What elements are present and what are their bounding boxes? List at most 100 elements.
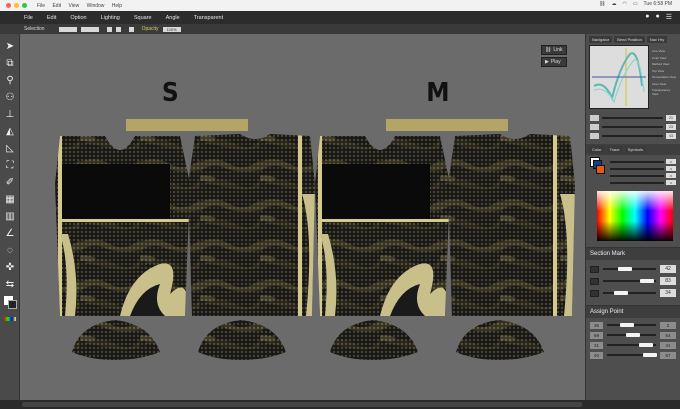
tab-navigator[interactable]: Navigator (589, 36, 613, 43)
menu-angle[interactable]: Angle (166, 15, 180, 21)
section-mark-value-1[interactable]: 42 (660, 265, 676, 273)
lasso-tool-icon[interactable]: ◌ (0, 242, 20, 259)
menu-transparent[interactable]: Transparent (194, 15, 223, 21)
shape-tool-icon[interactable]: ⧉ (0, 55, 20, 72)
tab-nav-hry[interactable]: Nav Hry (646, 36, 668, 43)
option-check-2[interactable] (115, 26, 121, 32)
mac-menu-window[interactable]: Window (87, 3, 105, 9)
anchor-tool-icon[interactable]: ⊥ (0, 106, 20, 123)
color-value-4[interactable]: 0 (666, 180, 676, 185)
assign-point-value-1[interactable]: 2 (660, 321, 676, 329)
wifi-icon[interactable]: ◠ (622, 1, 626, 7)
palette-strip-icon[interactable] (0, 310, 20, 327)
navigator-row-2-slider[interactable] (602, 125, 663, 128)
navigator-row-3-toggle[interactable] (590, 132, 599, 139)
assign-point-value-4[interactable]: 87 (660, 351, 676, 359)
sleeve-s-right[interactable] (198, 320, 286, 360)
assign-point-slider-4[interactable] (607, 353, 657, 357)
clock[interactable]: Tue 6:58 PM (644, 1, 672, 7)
color-value-3[interactable]: 0 (666, 173, 676, 178)
assign-point-slider-2[interactable] (607, 333, 656, 337)
pin-tool-icon[interactable]: ✜ (0, 259, 20, 276)
menu-lighting[interactable]: Lighting (101, 15, 120, 21)
section-mark-slider-3[interactable] (603, 291, 656, 295)
search-people-tool-icon[interactable]: ⚇ (0, 89, 20, 106)
sleeve-m-right[interactable] (456, 320, 544, 360)
assign-point-value-3[interactable]: 41 (660, 341, 676, 349)
color-slider-1[interactable] (610, 160, 664, 163)
info-icon[interactable]: ● (655, 13, 659, 21)
menu-square[interactable]: Square (134, 15, 152, 21)
assign-point-left-2[interactable]: 69 (590, 331, 603, 339)
navigator-row-3-slider[interactable] (602, 134, 663, 137)
jersey-back-m[interactable] (445, 129, 580, 319)
option-check-3[interactable] (128, 26, 134, 32)
assign-point-slider-3[interactable] (607, 343, 656, 347)
hamburger-menu-icon[interactable]: ☰ (666, 13, 672, 21)
navigator-row-2-value[interactable]: 23 (666, 123, 676, 130)
pattern-tool-icon[interactable]: ▥ (0, 208, 20, 225)
option-check-1[interactable] (106, 26, 112, 32)
link-icon[interactable]: ⛓ (599, 1, 605, 7)
legend-inner-view[interactable]: Inner View (652, 82, 677, 86)
navigator-row-2-toggle[interactable] (590, 123, 599, 130)
tab-bend-position[interactable]: Bend Position (614, 36, 645, 43)
sleeve-s-left[interactable] (72, 320, 160, 360)
assign-point-slider-1[interactable] (607, 323, 656, 327)
link-button[interactable]: ⛓ Link (541, 45, 567, 55)
assign-point-left-1[interactable]: 36 (590, 321, 603, 329)
battery-icon[interactable]: ▭ (633, 1, 638, 7)
mac-menu-view[interactable]: View (68, 3, 79, 9)
jersey-front-m[interactable] (310, 129, 460, 319)
color-slider-4[interactable] (610, 181, 664, 184)
fill-stroke-swatch[interactable] (590, 157, 606, 177)
play-button[interactable]: ▶ Play (541, 57, 567, 67)
color-slider-2[interactable] (610, 167, 664, 170)
menu-option[interactable]: Option (70, 15, 86, 21)
jersey-back-s[interactable] (185, 129, 320, 319)
color-spectrum-picker[interactable] (597, 191, 673, 241)
menu-file[interactable]: File (24, 15, 33, 21)
cloud-icon[interactable]: ☁ (611, 1, 616, 7)
triangle-tool-icon[interactable]: ◭ (0, 123, 20, 140)
assign-point-left-4[interactable]: 40 (590, 351, 603, 359)
assign-point-left-3[interactable]: 21 (590, 341, 603, 349)
color-value-2[interactable]: 0 (666, 166, 676, 171)
mac-menu-help[interactable]: Help (112, 3, 122, 9)
zoom-window-button[interactable] (22, 3, 27, 8)
design-canvas[interactable]: S M ⛓ Link ▶ Play (20, 34, 585, 400)
navigator-row-3-value[interactable]: 43 (666, 132, 676, 139)
tab-symbols[interactable]: Symbols (624, 146, 646, 153)
legend-temperature-view[interactable]: Temperature View (652, 75, 677, 79)
section-mark-slider-2[interactable] (603, 279, 656, 283)
close-window-button[interactable] (6, 3, 11, 8)
section-mark-swatch-1[interactable] (590, 265, 599, 273)
navigator-row-1-slider[interactable] (602, 116, 663, 119)
color-swatch-icon[interactable] (0, 293, 20, 310)
mac-menu-edit[interactable]: Edit (52, 3, 61, 9)
angle-tool-icon[interactable]: ∠ (0, 225, 20, 242)
jersey-front-s[interactable] (50, 129, 200, 319)
section-mark-value-2[interactable]: 83 (660, 277, 676, 285)
option-field-2[interactable] (80, 26, 99, 32)
section-mark-value-3[interactable]: 34 (660, 289, 676, 297)
tab-trace[interactable]: Trace (606, 146, 623, 153)
record-icon[interactable]: ● (645, 13, 649, 21)
horizontal-scrollbar[interactable] (22, 402, 582, 407)
crop-tool-icon[interactable]: ⛶ (0, 157, 20, 174)
option-field-1[interactable] (58, 26, 77, 32)
section-mark-swatch-2[interactable] (590, 277, 599, 285)
grid-tool-icon[interactable]: ▦ (0, 191, 20, 208)
navigator-row-1-toggle[interactable] (590, 114, 599, 121)
sleeve-m-left[interactable] (330, 320, 418, 360)
brush-tool-icon[interactable]: ✐ (0, 174, 20, 191)
ruler-tool-icon[interactable]: ◺ (0, 140, 20, 157)
link-tool-icon[interactable]: ⇆ (0, 276, 20, 293)
tab-color[interactable]: Color (589, 146, 605, 153)
color-slider-3[interactable] (610, 174, 664, 177)
legend-color-view[interactable]: Color View (652, 56, 677, 60)
legend-method-view[interactable]: Method View (652, 62, 677, 66)
assign-point-value-2[interactable]: 54 (660, 331, 676, 339)
mac-menu-file[interactable]: File (37, 3, 45, 9)
legend-line-view[interactable]: Line View (652, 49, 677, 53)
